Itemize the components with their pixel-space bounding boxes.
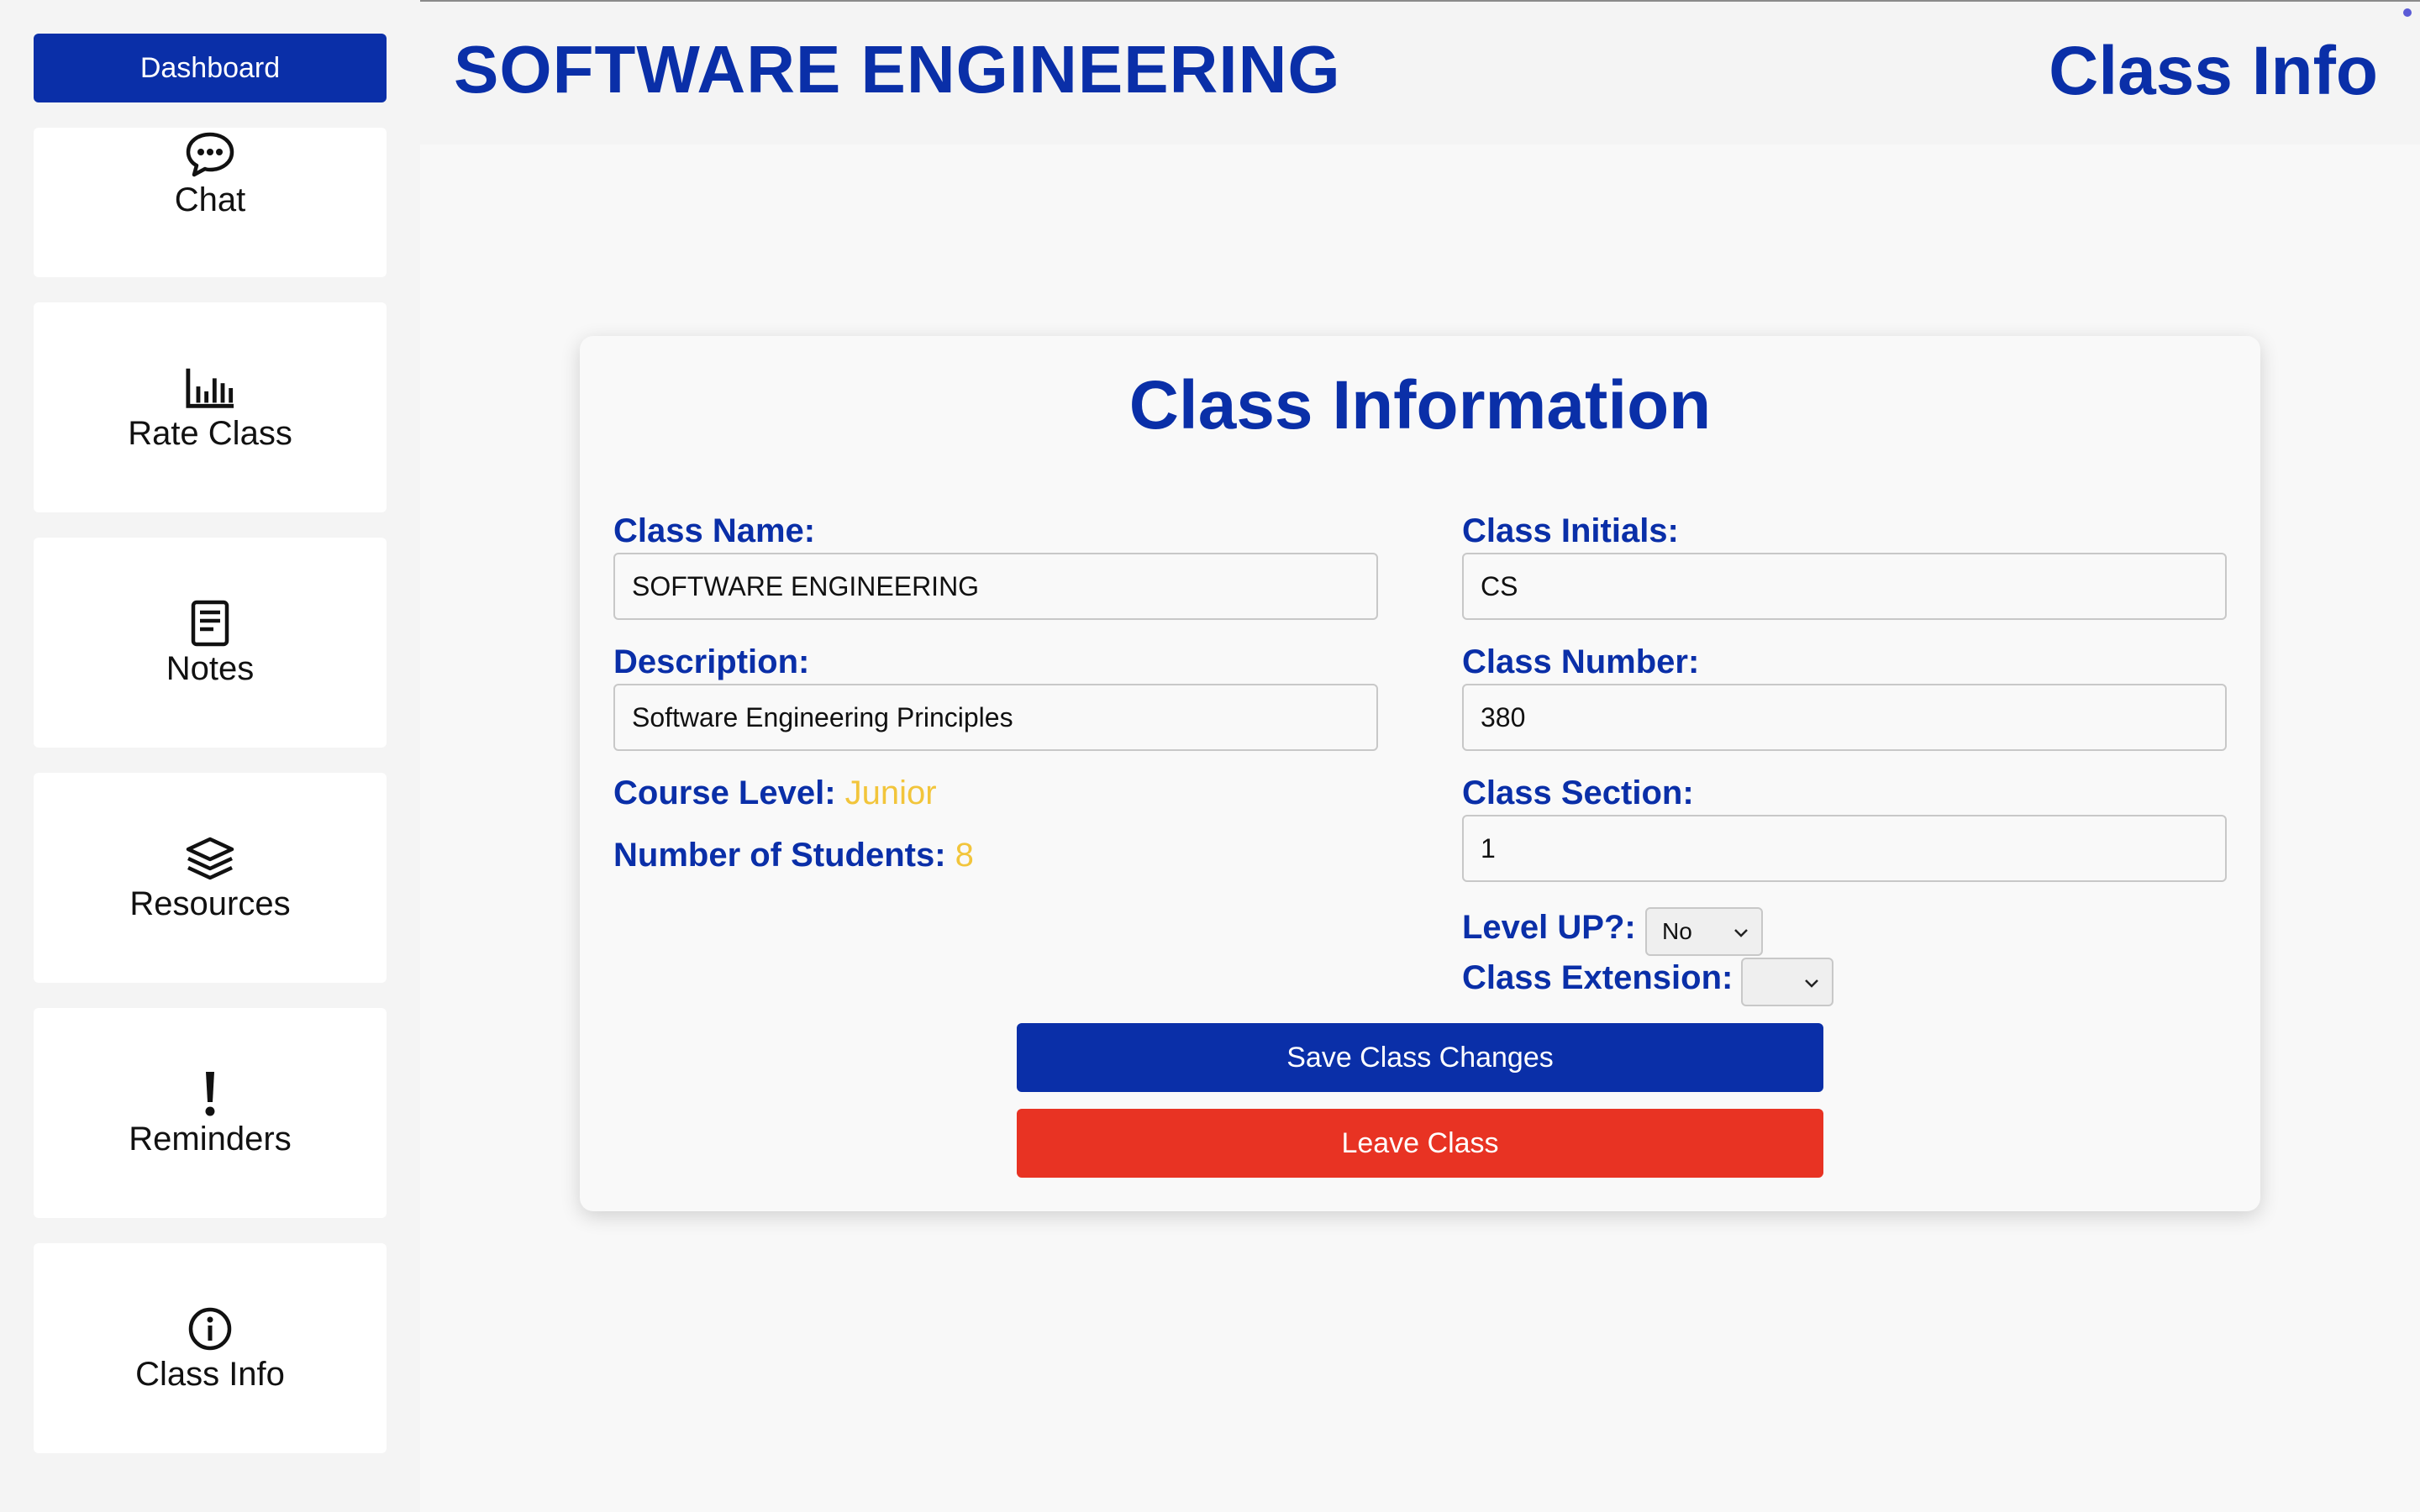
sidebar-item-label: Notes xyxy=(166,649,255,687)
description-label: Description: xyxy=(613,643,810,680)
level-up-value: No xyxy=(1662,918,1692,944)
class-extension-label: Class Extension: xyxy=(1462,959,1733,996)
class-name-label: Class Name: xyxy=(613,512,816,549)
sidebar-item-label: Class Info xyxy=(135,1355,285,1393)
card-title: Class Information xyxy=(1128,367,1712,444)
chevron-down-icon xyxy=(1803,969,1820,995)
notes-icon xyxy=(185,598,235,648)
class-number-field[interactable] xyxy=(1462,684,2227,751)
dashboard-button[interactable]: Dashboard xyxy=(34,34,387,102)
status-dot xyxy=(2403,8,2412,17)
sidebar-item-class-info[interactable]: Class Info xyxy=(34,1243,387,1453)
class-section-field[interactable] xyxy=(1462,815,2227,882)
course-level-label: Course Level: xyxy=(613,774,836,811)
sidebar-item-resources[interactable]: Resources xyxy=(34,773,387,983)
sidebar-item-rate-class[interactable]: Rate Class xyxy=(34,302,387,512)
course-level-value: Junior xyxy=(844,774,937,811)
sidebar-item-chat[interactable]: Chat xyxy=(34,128,387,277)
page-title: Class Info xyxy=(2049,33,2378,109)
class-section-label: Class Section: xyxy=(1462,774,1694,811)
class-initials-field[interactable] xyxy=(1462,553,2227,620)
class-number-label: Class Number: xyxy=(1462,643,1700,680)
save-class-changes-button[interactable]: Save Class Changes xyxy=(1017,1023,1823,1092)
class-initials-label: Class Initials: xyxy=(1462,512,1679,549)
info-icon xyxy=(185,1304,235,1354)
exclamation-icon xyxy=(185,1068,235,1119)
sidebar-item-label: Chat xyxy=(174,181,246,218)
class-extension-select[interactable] xyxy=(1741,958,1833,1006)
description-field[interactable] xyxy=(613,684,1378,751)
chat-bubble-icon xyxy=(185,129,235,180)
course-title: SOFTWARE ENGINEERING xyxy=(454,32,1341,107)
leave-class-button[interactable]: Leave Class xyxy=(1017,1109,1823,1178)
sidebar-item-reminders[interactable]: Reminders xyxy=(34,1008,387,1218)
sidebar-item-label: Resources xyxy=(129,885,291,922)
number-of-students: Number of Students: 8 xyxy=(613,837,974,874)
level-up-label: Level UP?: xyxy=(1462,909,1636,946)
bar-chart-icon xyxy=(185,363,235,413)
sidebar-item-label: Reminders xyxy=(129,1120,292,1158)
sidebar: Dashboard Chat Rate Class Notes Resource… xyxy=(0,0,420,1512)
layers-icon xyxy=(185,833,235,884)
sidebar-item-notes[interactable]: Notes xyxy=(34,538,387,748)
level-up-select[interactable]: No xyxy=(1645,907,1763,956)
number-of-students-value: 8 xyxy=(955,837,974,874)
class-name-field[interactable] xyxy=(613,553,1378,620)
number-of-students-label: Number of Students: xyxy=(613,837,946,874)
course-level: Course Level: Junior xyxy=(613,774,937,812)
sidebar-item-label: Rate Class xyxy=(128,414,292,452)
chevron-down-icon xyxy=(1733,918,1749,945)
